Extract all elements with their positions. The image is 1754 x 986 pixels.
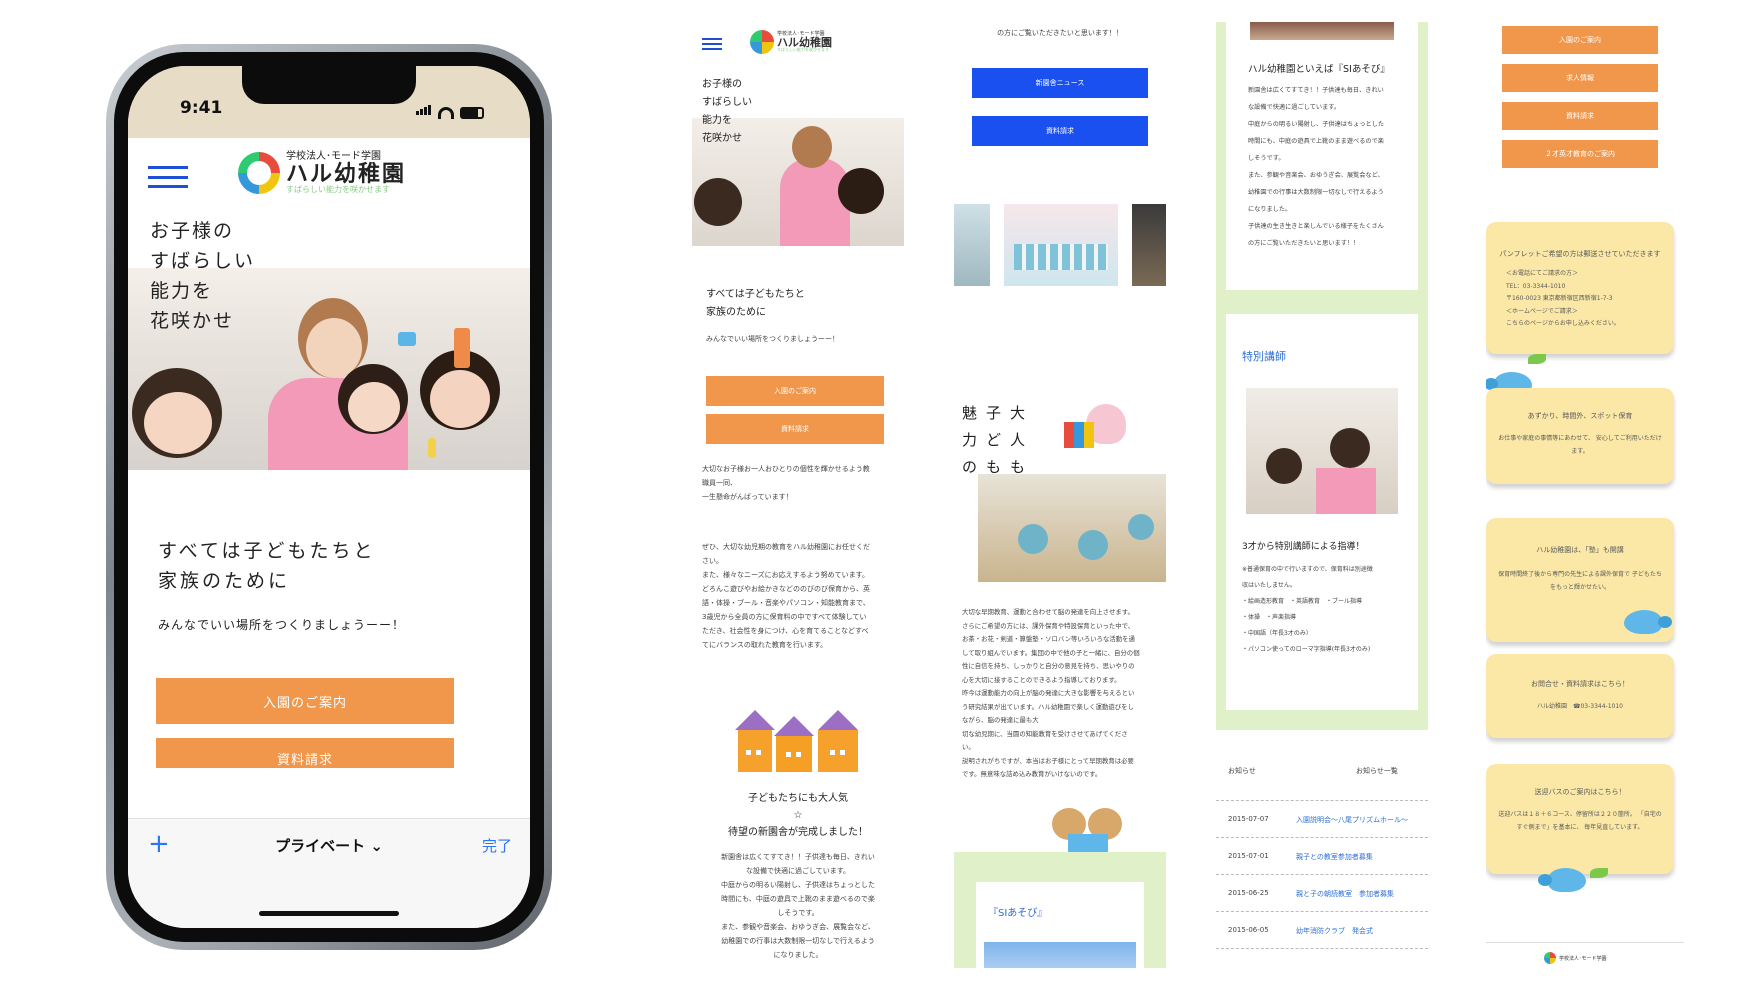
- special-text: ※普通保育の中で行いますので、保育料は別途徴 収はいたしません。 ・絵画造形教育…: [1242, 566, 1373, 653]
- logo-title: ハル幼稚園: [286, 161, 407, 187]
- site-logo[interactable]: 学校法人･モード学園 ハル幼稚園 すばらしい能力を咲かせます: [238, 151, 407, 194]
- hero-heading: お子様の すばらしい 能力を 花咲かせ: [702, 79, 752, 144]
- education-text: ぜひ、大切な幼児期の教育をハル幼稚園にお任せくだ さい。 また、様々なニーズにお…: [702, 543, 870, 649]
- menu-admission[interactable]: 入園のご案内: [1502, 26, 1658, 54]
- section-title: すべては子どもたちと 家族のために: [706, 289, 805, 318]
- request-button[interactable]: 資料請求: [972, 116, 1148, 146]
- si-text: 新園舎は広くてすてき！！子供達も毎日、きれい な設備で快適に過ごしています。 中…: [1248, 87, 1385, 247]
- section-subtitle: みんなでいい場所をつくりましょうーー！: [158, 618, 406, 632]
- home-indicator: [259, 911, 399, 916]
- pamphlet-card[interactable]: パンフレットご希望の方は郵送させていただきます ＜お電話にてご請求の方＞ TEL…: [1486, 222, 1674, 354]
- phone-notch: [242, 66, 416, 104]
- si-title: ハル幼稚園といえば『SIあそび』: [1248, 64, 1390, 75]
- site-logo[interactable]: 学校法人･モード学園 ハル幼稚園 すばらしい能力を咲かせます: [750, 30, 832, 54]
- special-lecturer-card: 特別講師 3才から特別講師による指導！ ※普通保育の中で行いますので、保育料は別…: [1226, 314, 1418, 710]
- si-card: ハル幼稚園といえば『SIあそび』 新園舎は広くてすてき！！子供達も毎日、きれい …: [1226, 22, 1418, 290]
- bird-icon: [1624, 610, 1662, 634]
- news-row[interactable]: 2015-06-25 親と子の朝読教室 参加者募集: [1216, 875, 1428, 912]
- si-card: 『SIあそび』: [976, 882, 1144, 968]
- screen-panel-1: 学校法人･モード学園 ハル幼稚園 すばらしい能力を咲かせます お子様の すばらし…: [692, 22, 904, 968]
- childcare-card[interactable]: あずかり、時間外、スポット保育 お仕事や家庭の事情等にあわせて、 安心してご利用…: [1486, 388, 1674, 484]
- houses-illustration: [735, 702, 862, 772]
- admission-button[interactable]: 入園のご案内: [706, 376, 884, 406]
- status-time: 9:41: [180, 98, 223, 118]
- intro-text: 大切なお子様お一人おひとりの個性を輝かせるよう教 職員一同、 一生懸命がんばって…: [702, 465, 870, 501]
- news-all-link[interactable]: お知らせ一覧: [1356, 766, 1398, 776]
- request-button[interactable]: 資料請求: [706, 414, 884, 444]
- leaf-icon: [1528, 354, 1546, 364]
- screen-panel-3: ハル幼稚園といえば『SIあそび』 新園舎は広くてすてき！！子供達も毎日、きれい …: [1216, 22, 1428, 968]
- si-card-title: 『SIあそび』: [988, 908, 1048, 919]
- screen-panel-2: の方にご覧いただきたいと思います！！ 新園舎ニュース 資料請求 魅力の 子どもに…: [954, 22, 1166, 968]
- signal-icon: [416, 100, 432, 119]
- chevron-down-icon: ⌄: [370, 837, 383, 855]
- classroom-photo: [978, 474, 1166, 582]
- new-building-heading: 子どもたちにも大人気 ☆ 待望の新園舎が完成しました！: [728, 793, 868, 838]
- browser-bottom-bar: + プライベート ⌄ 完了: [128, 818, 530, 928]
- add-tab-icon[interactable]: +: [148, 829, 170, 859]
- bears-illustration: [1050, 804, 1126, 858]
- toy-blocks-illustration: [1064, 422, 1094, 448]
- logo-subtitle: 学校法人･モード学園: [286, 151, 381, 162]
- section-title: すべては子どもたちと 家族のために: [158, 540, 376, 592]
- battery-icon: [460, 107, 484, 119]
- contact-card[interactable]: お問合せ・資料請求はこちら！ ハル幼稚園 ☎03-3344-1010: [1486, 654, 1674, 738]
- special-title: 特別講師: [1242, 350, 1286, 363]
- phone-mockup: 9:41 学校法人･モード学園 ハル幼稚園 すばらしい能力を咲かせます お子様の…: [106, 44, 552, 950]
- logo-tagline: すばらしい能力を咲かせます: [286, 184, 390, 194]
- si-photo: [1250, 22, 1394, 40]
- news-label: お知らせ: [1228, 767, 1256, 775]
- menu-request[interactable]: 資料請求: [1502, 102, 1658, 130]
- done-button[interactable]: 完了: [482, 835, 512, 856]
- logo-mark-icon: [1544, 952, 1556, 964]
- footer-logo[interactable]: 学校法人･モード学園: [1544, 952, 1607, 964]
- top-text: の方にご覧いただきたいと思います！！: [997, 29, 1123, 37]
- status-icons: [416, 100, 484, 119]
- logo-mark-icon: [750, 30, 774, 54]
- leaf-icon: [1590, 868, 1608, 878]
- screen-panel-4: 入園のご案内 求人情報 資料請求 ２才英才教育のご案内 パンフレットご希望の方は…: [1486, 22, 1684, 968]
- bus-card[interactable]: 送迎バスのご案内はこちら！ 送迎バスは１８＋６コース、停留所は２２０箇所。 「自…: [1486, 764, 1674, 874]
- news-button[interactable]: 新園舎ニュース: [972, 68, 1148, 98]
- news-row[interactable]: 2015-06-05 幼年消防クラブ 発会式: [1216, 912, 1428, 949]
- logo-mark-icon: [238, 152, 280, 194]
- gallery-photo-1[interactable]: [954, 204, 990, 286]
- tab-group-title[interactable]: プライベート ⌄: [275, 835, 383, 856]
- phone-bezel: 9:41 学校法人･モード学園 ハル幼稚園 すばらしい能力を咲かせます お子様の…: [114, 52, 544, 942]
- phone-screen: 9:41 学校法人･モード学園 ハル幼稚園 すばらしい能力を咲かせます お子様の…: [128, 66, 530, 928]
- section-subtitle: みんなでいい場所をつくりましょうーー！: [706, 335, 839, 343]
- gallery-photo-3[interactable]: [1132, 204, 1166, 286]
- gallery-photo-2[interactable]: [1004, 204, 1118, 286]
- special-photo: [1246, 388, 1398, 514]
- request-button[interactable]: 資料請求: [156, 738, 454, 768]
- wifi-icon: [438, 107, 454, 119]
- hero-heading: お子様の すばらしい 能力を 花咲かせ: [150, 220, 256, 332]
- menu-icon[interactable]: [148, 166, 188, 188]
- special-subtitle: 3才から特別講師による指導！: [1242, 542, 1365, 552]
- menu-toddler-education[interactable]: ２才英才教育のご案内: [1502, 140, 1658, 168]
- sky-photo: [984, 942, 1136, 968]
- bird-icon: [1538, 868, 1586, 892]
- news-row[interactable]: 2015-07-07 入園説明会～八尾プリズムホール～: [1216, 801, 1428, 838]
- menu-icon[interactable]: [702, 38, 722, 50]
- menu-recruit[interactable]: 求人情報: [1502, 64, 1658, 92]
- news-row[interactable]: 2015-07-01 親子との教室参加者募集: [1216, 838, 1428, 875]
- new-building-text: 新園舎は広くてすてき！！子供達も毎日、きれい な設備で快適に過ごしています。 中…: [721, 853, 875, 959]
- admission-button[interactable]: 入園のご案内: [156, 678, 454, 724]
- education-text: 大切な早期教育、運動と合わせて脳の発達を向上させます。 さらにご希望の方には、課…: [962, 608, 1140, 778]
